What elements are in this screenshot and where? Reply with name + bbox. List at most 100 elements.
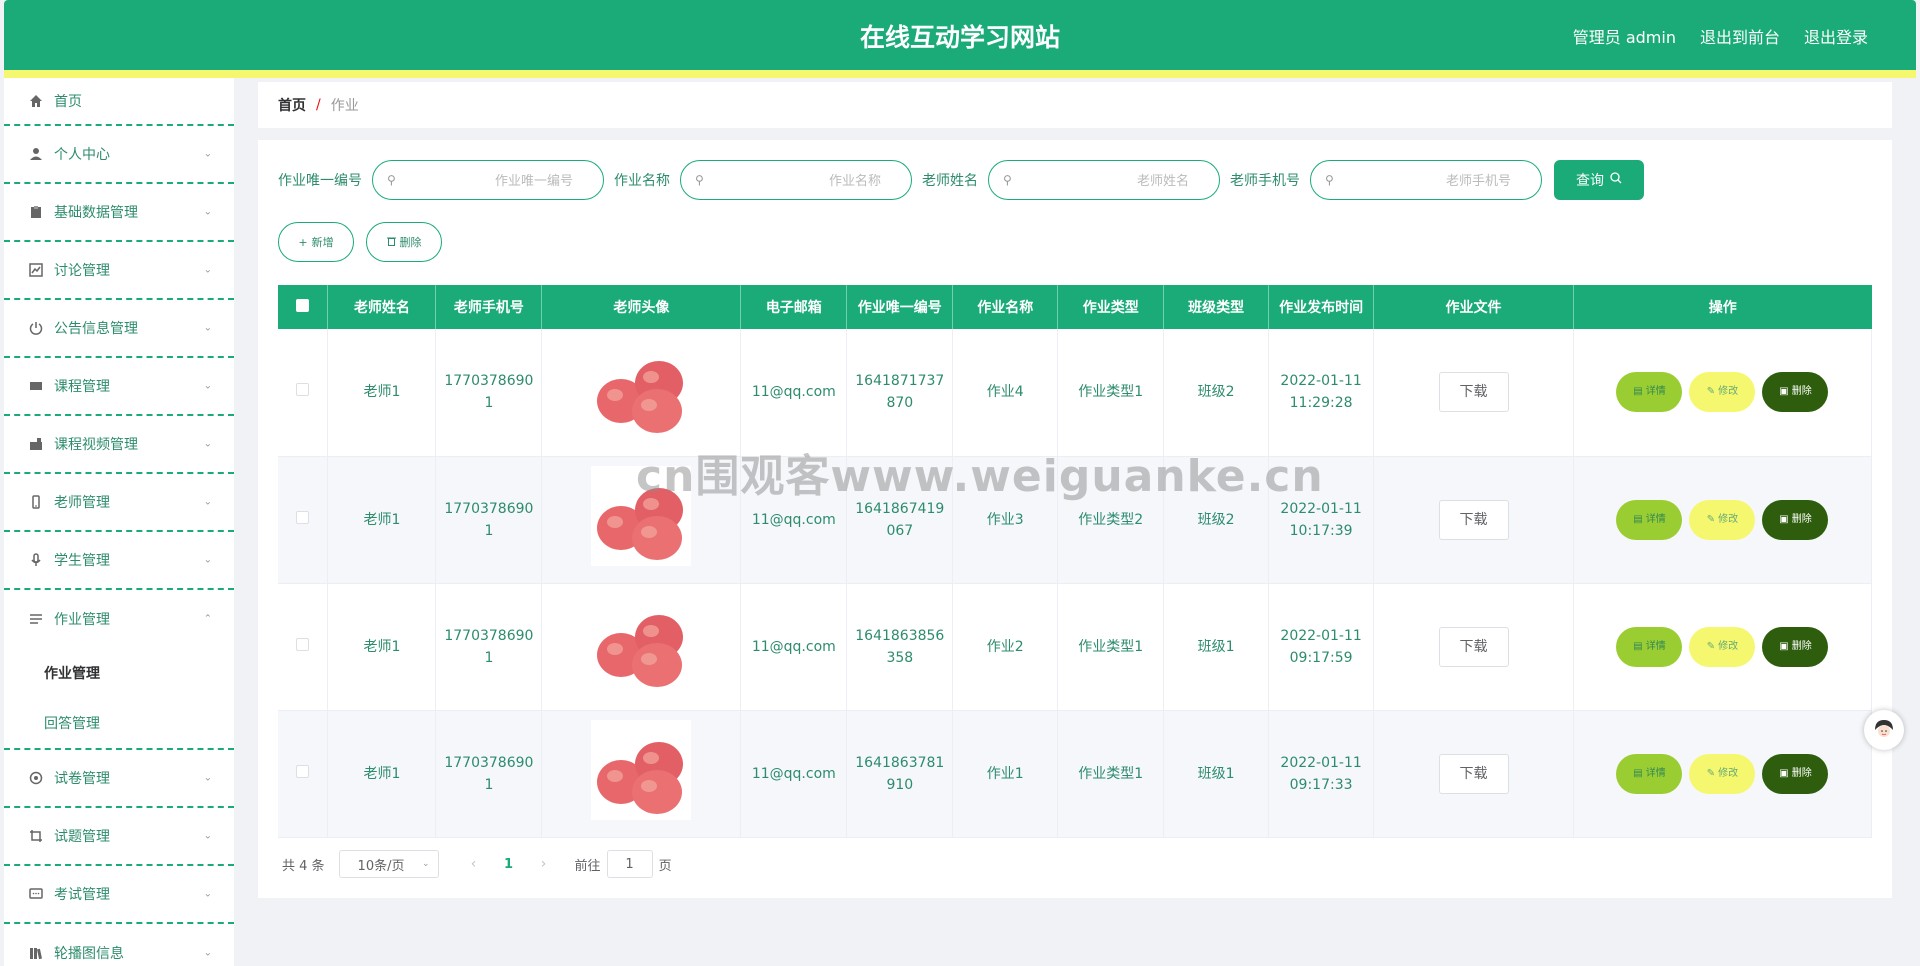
sidebar-item-course-video[interactable]: 课程视频管理 ⌄	[4, 416, 234, 474]
cell-publish-time: 2022-01-11 09:17:59	[1268, 583, 1375, 711]
trash-icon: ▣	[1779, 513, 1789, 525]
pencil-icon: ✎	[1706, 513, 1716, 525]
edit-button[interactable]: ✎ 修改	[1689, 499, 1756, 540]
page-number[interactable]: 1	[489, 857, 529, 872]
sidebar-item-teacher[interactable]: 老师管理 ⌄	[4, 474, 234, 532]
select-all-checkbox[interactable]	[296, 298, 310, 312]
edit-button[interactable]: ✎ 修改	[1689, 753, 1756, 794]
row-checkbox[interactable]	[296, 637, 310, 651]
edit-button[interactable]: ✎ 修改	[1689, 372, 1756, 413]
phone-line-1: 1770378690	[444, 627, 534, 644]
sidebar-subitem-homework[interactable]: 作业管理	[4, 648, 234, 698]
next-page-icon[interactable]: ›	[529, 856, 559, 872]
delete-button[interactable]: ▣ 删除	[1762, 626, 1829, 667]
chevron-down-icon: ⌄	[203, 322, 212, 334]
search-icon: ⚲	[1325, 173, 1334, 187]
sidebar-item-homework[interactable]: 作业管理 ⌃	[4, 590, 234, 648]
search-field-teacher[interactable]	[1017, 172, 1205, 188]
phone-line-1: 1770378690	[444, 500, 534, 517]
search-input-name[interactable]: ⚲	[680, 160, 912, 200]
search-icon: ⚲	[1003, 173, 1012, 187]
sidebar-item-carousel[interactable]: 轮播图信息 ⌄	[4, 924, 234, 966]
sidebar-item-label: 考试管理	[54, 887, 110, 903]
column-header: 电子邮箱	[740, 285, 848, 329]
cell-phone: 1770378690 1	[435, 583, 543, 711]
download-button[interactable]: 下载	[1438, 372, 1509, 413]
chevron-down-icon: ⌄	[203, 264, 212, 276]
cell-file: 下载	[1373, 583, 1574, 711]
delete-button[interactable]: ▣ 删除	[1762, 372, 1829, 413]
batch-delete-button[interactable]: 删除	[366, 222, 442, 262]
sidebar-item-basic-data[interactable]: 基础数据管理 ⌄	[4, 184, 234, 242]
breadcrumb-home[interactable]: 首页	[278, 95, 306, 115]
query-button[interactable]: 查询	[1554, 160, 1644, 200]
add-button[interactable]: + 新增	[278, 222, 354, 262]
detail-label: 详情	[1645, 767, 1666, 779]
prev-page-icon[interactable]: ‹	[459, 856, 489, 872]
download-button[interactable]: 下载	[1438, 753, 1509, 794]
logout-link[interactable]: 退出登录	[1804, 24, 1868, 48]
detail-label: 详情	[1645, 640, 1666, 652]
search-field-code[interactable]	[401, 172, 589, 188]
chevron-down-icon: ⌄	[203, 438, 212, 450]
sidebar-subitem-answer[interactable]: 回答管理	[4, 698, 234, 748]
cell-phone: 1770378690 1	[435, 456, 543, 584]
download-button[interactable]: 下载	[1438, 499, 1509, 540]
delete-button[interactable]: ▣ 删除	[1762, 499, 1829, 540]
edit-button[interactable]: ✎ 修改	[1689, 626, 1756, 667]
sidebar-item-label: 试卷管理	[54, 771, 110, 787]
pencil-icon: ✎	[1706, 767, 1716, 779]
trash-icon: ▣	[1779, 640, 1789, 652]
detail-button[interactable]: ▤ 详情	[1616, 372, 1683, 413]
delete-button[interactable]: ▣ 删除	[1762, 753, 1829, 794]
search-input-teacher[interactable]: ⚲	[988, 160, 1220, 200]
sidebar-item-question[interactable]: 试题管理 ⌄	[4, 808, 234, 866]
chevron-down-icon: ⌄	[203, 206, 212, 218]
search-field-phone[interactable]	[1339, 172, 1527, 188]
detail-button[interactable]: ▤ 详情	[1616, 626, 1683, 667]
phone-line-2: 1	[484, 395, 494, 412]
detail-button[interactable]: ▤ 详情	[1616, 753, 1683, 794]
header-links: 管理员 admin 退出到前台 退出登录	[1573, 24, 1868, 48]
sidebar-item-label: 学生管理	[54, 553, 110, 569]
sidebar-item-student[interactable]: 学生管理 ⌄	[4, 532, 234, 590]
row-checkbox[interactable]	[296, 510, 310, 524]
code-line-2: 358	[886, 649, 914, 666]
row-checkbox[interactable]	[296, 764, 310, 778]
sidebar-item-announcement[interactable]: 公告信息管理 ⌄	[4, 300, 234, 358]
table-header-row: 老师姓名 老师手机号 老师头像 电子邮箱 作业唯一编号 作业名称 作业类型 班级…	[278, 285, 1872, 329]
cell-avatar	[541, 583, 742, 711]
row-select-cell[interactable]	[278, 456, 329, 584]
row-checkbox[interactable]	[296, 383, 310, 397]
detail-button[interactable]: ▤ 详情	[1616, 499, 1683, 540]
chevron-down-icon: ⌄	[203, 830, 212, 842]
sidebar-item-paper[interactable]: 试卷管理 ⌄	[4, 750, 234, 808]
row-select-cell[interactable]	[278, 710, 329, 838]
sidebar-item-exam[interactable]: 考试管理 ⌄	[4, 866, 234, 924]
search-field-name[interactable]	[709, 172, 897, 188]
select-all-cell[interactable]	[278, 285, 329, 329]
goto-label: 前往	[574, 858, 601, 874]
goto-page-input[interactable]: 1	[606, 850, 653, 878]
cell-email: 11@qq.com	[740, 329, 848, 457]
page-size-select[interactable]: 10条/页 ⌄	[338, 850, 439, 878]
cell-publish-time: 2022-01-11 09:17:33	[1268, 710, 1375, 838]
sidebar-item-discussion[interactable]: 讨论管理 ⌄	[4, 242, 234, 300]
row-select-cell[interactable]	[278, 583, 329, 711]
sidebar-item-label: 公告信息管理	[54, 321, 138, 337]
sidebar-item-course[interactable]: 课程管理 ⌄	[4, 358, 234, 416]
cell-operations: ▤ 详情 ✎ 修改 ▣ 删除	[1573, 710, 1873, 838]
code-line-1: 1641863781	[855, 754, 945, 771]
assistant-avatar[interactable]	[1864, 710, 1904, 750]
sidebar-item-home[interactable]: 首页	[4, 78, 234, 126]
pagination: 共 4 条 10条/页 ⌄ ‹ 1 › 前往 1 页	[282, 850, 672, 878]
admin-label: 管理员 admin	[1572, 28, 1676, 47]
search-input-code[interactable]: ⚲	[372, 160, 604, 200]
download-button[interactable]: 下载	[1438, 626, 1509, 667]
book-icon	[28, 945, 44, 961]
row-select-cell[interactable]	[278, 329, 329, 457]
phone-line-2: 1	[484, 776, 494, 793]
sidebar-item-personal[interactable]: 个人中心 ⌄	[4, 126, 234, 184]
front-link[interactable]: 退出到前台	[1700, 24, 1780, 48]
search-input-phone[interactable]: ⚲	[1310, 160, 1542, 200]
